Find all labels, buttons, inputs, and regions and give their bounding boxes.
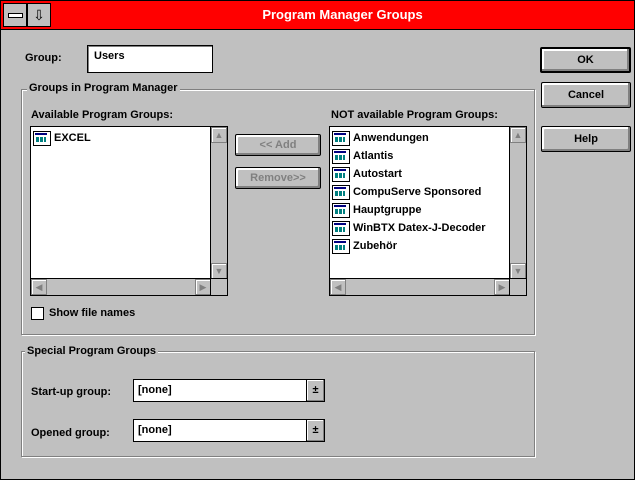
list-item[interactable]: Zubehör	[332, 237, 508, 255]
show-file-names-checkbox[interactable]	[31, 307, 44, 320]
available-horizontal-scrollbar[interactable]: ◀ ▶	[31, 278, 211, 295]
scroll-down-arrow-icon[interactable]: ▼	[211, 263, 227, 279]
scroll-left-arrow-icon[interactable]: ◀	[31, 279, 47, 295]
program-group-icon	[332, 238, 350, 254]
cancel-button[interactable]: Cancel	[541, 82, 631, 108]
not-available-horizontal-scrollbar[interactable]: ◀ ▶	[330, 278, 510, 295]
list-item-label: CompuServe Sponsored	[353, 186, 482, 198]
list-item[interactable]: Hauptgruppe	[332, 201, 508, 219]
show-file-names-label[interactable]: Show file names	[49, 307, 135, 319]
minus-icon	[8, 13, 23, 18]
program-group-icon	[33, 130, 51, 146]
scrollbar-corner	[210, 278, 227, 295]
program-group-icon	[332, 202, 350, 218]
startup-group-label: Start-up group:	[31, 386, 112, 398]
scroll-left-arrow-icon[interactable]: ◀	[330, 279, 346, 295]
available-groups-items: EXCEL	[33, 129, 209, 277]
list-item[interactable]: CompuServe Sponsored	[332, 183, 508, 201]
list-item-label: Atlantis	[353, 150, 394, 162]
window-title: Program Manager Groups	[262, 7, 423, 22]
scrollbar-corner	[509, 278, 526, 295]
title-bar[interactable]: ⇩ Program Manager Groups	[1, 1, 634, 30]
group-label: Group:	[25, 52, 62, 64]
opened-group-label: Opened group:	[31, 427, 110, 439]
not-available-groups-label: NOT available Program Groups:	[331, 109, 498, 121]
program-group-icon	[332, 148, 350, 164]
list-item[interactable]: Autostart	[332, 165, 508, 183]
special-section-title: Special Program Groups	[25, 345, 158, 357]
group-name-input[interactable]: Users	[87, 45, 213, 73]
program-group-icon	[332, 220, 350, 236]
list-item-label: WinBTX Datex-J-Decoder	[353, 222, 486, 234]
program-manager-groups-dialog: ⇩ Program Manager Groups Group: Users OK…	[0, 0, 635, 480]
groups-section-title: Groups in Program Manager	[27, 82, 180, 94]
opened-group-dropdown[interactable]: [none] ±	[133, 419, 325, 442]
group-name-value: Users	[94, 50, 125, 62]
program-group-icon	[332, 130, 350, 146]
list-item-label: Autostart	[353, 168, 402, 180]
not-available-vertical-scrollbar[interactable]: ▲ ▼	[509, 127, 526, 279]
remove-button[interactable]: Remove>>	[235, 167, 321, 189]
scroll-right-arrow-icon[interactable]: ▶	[494, 279, 510, 295]
opened-group-value: [none]	[138, 424, 172, 436]
list-item-label: Hauptgruppe	[353, 204, 422, 216]
dropdown-arrow-icon[interactable]: ±	[306, 420, 324, 441]
list-item-label: Zubehör	[353, 240, 397, 252]
not-available-groups-items: Anwendungen Atlantis Autostart CompuServe S…	[332, 129, 508, 277]
list-item[interactable]: Atlantis	[332, 147, 508, 165]
scroll-up-arrow-icon[interactable]: ▲	[510, 127, 526, 143]
list-item[interactable]: Anwendungen	[332, 129, 508, 147]
dropdown-arrow-icon[interactable]: ±	[306, 380, 324, 401]
add-button[interactable]: << Add	[235, 134, 321, 156]
program-group-icon	[332, 166, 350, 182]
list-item-label: EXCEL	[54, 132, 91, 144]
scroll-right-arrow-icon[interactable]: ▶	[195, 279, 211, 295]
scroll-up-arrow-icon[interactable]: ▲	[211, 127, 227, 143]
ok-button[interactable]: OK	[540, 47, 631, 73]
scroll-down-arrow-icon[interactable]: ▼	[510, 263, 526, 279]
not-available-groups-listbox[interactable]: Anwendungen Atlantis Autostart CompuServe S…	[329, 126, 527, 296]
down-arrow-icon[interactable]: ⇩	[27, 3, 51, 27]
available-groups-label: Available Program Groups:	[31, 109, 174, 121]
system-menu-button[interactable]	[3, 3, 27, 27]
startup-group-dropdown[interactable]: [none] ±	[133, 379, 325, 402]
help-button[interactable]: Help	[541, 126, 631, 152]
available-groups-listbox[interactable]: EXCEL ▲ ▼ ◀ ▶	[30, 126, 228, 296]
list-item[interactable]: EXCEL	[33, 129, 209, 147]
list-item-label: Anwendungen	[353, 132, 429, 144]
program-group-icon	[332, 184, 350, 200]
available-vertical-scrollbar[interactable]: ▲ ▼	[210, 127, 227, 279]
list-item[interactable]: WinBTX Datex-J-Decoder	[332, 219, 508, 237]
startup-group-value: [none]	[138, 384, 172, 396]
